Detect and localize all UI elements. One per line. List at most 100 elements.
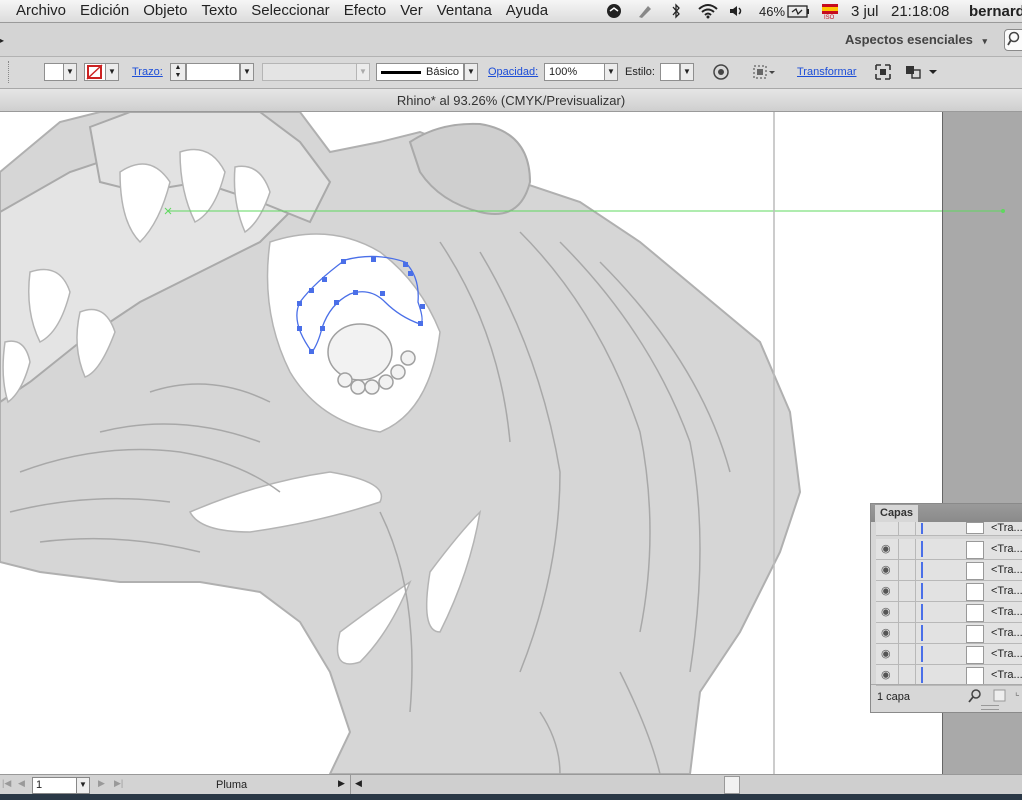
lock-toggle[interactable]: [898, 581, 916, 601]
menubar-date[interactable]: 3 jul: [851, 0, 879, 22]
menubar-clock[interactable]: 21:18:08: [891, 0, 949, 22]
menu-texto[interactable]: Texto: [201, 2, 237, 19]
layer-thumbnail: [966, 541, 984, 559]
lock-toggle[interactable]: [898, 560, 916, 580]
eye-icon[interactable]: ◉: [881, 563, 891, 576]
arrange-documents-icon[interactable]: [904, 63, 938, 84]
arrow-left-icon[interactable]: ▸: [0, 36, 4, 45]
scrollbar-thumb[interactable]: [724, 776, 740, 794]
brush-stroke-preview: [381, 70, 421, 74]
lock-toggle[interactable]: [898, 623, 916, 643]
pen-icon[interactable]: [636, 0, 654, 22]
next-artboard-icon[interactable]: ▶: [98, 778, 105, 789]
menu-efecto[interactable]: Efecto: [344, 2, 387, 19]
wifi-icon[interactable]: [697, 0, 719, 22]
layer-name[interactable]: <Tra...: [991, 543, 1022, 555]
document-title-bar: Rhino* al 93.26% (CMYK/Previsualizar): [0, 89, 1022, 112]
horizontal-scrollbar[interactable]: ◀: [350, 775, 1022, 794]
isolate-group-icon[interactable]: [874, 63, 892, 84]
opacity-field[interactable]: 100%: [544, 63, 606, 81]
menu-objeto[interactable]: Objeto: [143, 2, 187, 19]
eye-icon[interactable]: ◉: [881, 668, 891, 681]
battery-icon[interactable]: [787, 0, 811, 22]
stroke-swatch[interactable]: [84, 63, 106, 81]
transform-link[interactable]: Transformar: [797, 66, 857, 78]
menu-ayuda[interactable]: Ayuda: [506, 2, 548, 19]
panel-grip[interactable]: [981, 705, 999, 710]
layer-row[interactable]: ◉ <Tra...: [876, 602, 1022, 623]
variable-width-profile[interactable]: [262, 63, 358, 81]
graphic-style-dropdown[interactable]: ▼: [680, 63, 694, 81]
fill-dropdown[interactable]: ▼: [63, 63, 77, 81]
fill-swatch[interactable]: [44, 63, 64, 81]
layer-name[interactable]: <Tra...: [991, 669, 1022, 681]
eye-icon[interactable]: ◉: [881, 647, 891, 660]
status-menu-arrow-icon[interactable]: ▶: [338, 778, 345, 789]
artboard-number-field[interactable]: 1: [32, 777, 82, 794]
layer-name[interactable]: <Tra...: [991, 627, 1022, 639]
volume-icon[interactable]: [728, 0, 746, 22]
opacity-label[interactable]: Opacidad:: [488, 66, 538, 78]
opacity-dropdown[interactable]: ▼: [604, 63, 618, 81]
input-source-flag-icon[interactable]: ISO: [821, 0, 839, 22]
layer-color-bar: [921, 523, 923, 534]
graphic-style-swatch[interactable]: [660, 63, 680, 81]
layer-row[interactable]: ◉ <Tra...: [876, 623, 1022, 644]
first-artboard-icon[interactable]: |◀: [2, 778, 11, 789]
layer-color-bar: [921, 541, 923, 557]
lock-toggle[interactable]: [898, 665, 916, 685]
lock-toggle[interactable]: [898, 522, 916, 535]
eye-icon[interactable]: ◉: [881, 626, 891, 639]
layer-name[interactable]: <Tra...: [991, 648, 1022, 660]
variable-width-dropdown[interactable]: ▼: [356, 63, 370, 81]
menu-edicion[interactable]: Edición: [80, 2, 129, 19]
control-bar-grip[interactable]: [8, 61, 11, 83]
layer-row[interactable]: ◉ <Tra...: [876, 539, 1022, 560]
layer-name[interactable]: <Tra...: [991, 564, 1022, 576]
artboard-canvas[interactable]: [0, 112, 942, 774]
menu-archivo[interactable]: Archivo: [16, 2, 66, 19]
lock-toggle[interactable]: [898, 602, 916, 622]
stroke-weight-stepper[interactable]: ▲ ▼: [170, 63, 186, 81]
scroll-left-icon[interactable]: ◀: [355, 778, 362, 789]
layer-row[interactable]: <Tra...: [876, 522, 1022, 536]
lock-toggle[interactable]: [898, 644, 916, 664]
brush-dropdown[interactable]: ▼: [464, 63, 478, 81]
panel-resize-icon[interactable]: ⌞: [1015, 687, 1020, 698]
recolor-artwork-icon[interactable]: [712, 63, 730, 84]
menu-seleccionar[interactable]: Seleccionar: [251, 2, 329, 19]
stroke-weight-dropdown[interactable]: ▼: [240, 63, 254, 81]
last-artboard-icon[interactable]: ▶|: [114, 778, 123, 789]
brush-definition[interactable]: Básico: [376, 63, 464, 81]
align-selection-icon[interactable]: [752, 63, 778, 84]
stroke-weight-label[interactable]: Trazo:: [132, 66, 163, 78]
stroke-dropdown[interactable]: ▼: [105, 63, 119, 81]
layer-color-bar: [921, 604, 923, 620]
layer-row[interactable]: ◉ <Tra...: [876, 665, 1022, 686]
layers-tab[interactable]: Capas: [875, 505, 919, 522]
menu-ver[interactable]: Ver: [400, 2, 423, 19]
menubar-user[interactable]: bernard: [969, 0, 1022, 22]
bluetooth-icon[interactable]: [670, 0, 682, 22]
eye-icon[interactable]: ◉: [881, 542, 891, 555]
workspace-switcher[interactable]: Aspectos esenciales ▾: [845, 32, 987, 47]
eye-icon[interactable]: ◉: [881, 584, 891, 597]
help-search-input[interactable]: [1004, 29, 1022, 51]
creative-cloud-icon[interactable]: [604, 0, 624, 22]
make-clipping-mask-icon[interactable]: [993, 689, 1007, 706]
layer-name[interactable]: <Tra...: [991, 522, 1022, 534]
layer-name[interactable]: <Tra...: [991, 585, 1022, 597]
previous-artboard-icon[interactable]: ◀: [18, 778, 25, 789]
layer-row[interactable]: ◉ <Tra...: [876, 560, 1022, 581]
eye-icon[interactable]: ◉: [881, 605, 891, 618]
rhino-artwork[interactable]: [0, 112, 942, 774]
artboard-dropdown[interactable]: ▼: [76, 777, 90, 794]
layer-row[interactable]: ◉ <Tra...: [876, 644, 1022, 665]
stroke-weight-field[interactable]: [186, 63, 240, 81]
menu-ventana[interactable]: Ventana: [437, 2, 492, 19]
layer-name[interactable]: <Tra...: [991, 606, 1022, 618]
lock-toggle[interactable]: [898, 539, 916, 559]
current-tool-status: Pluma: [216, 779, 248, 791]
layer-thumbnail: [966, 625, 984, 643]
layer-row[interactable]: ◉ <Tra...: [876, 581, 1022, 602]
